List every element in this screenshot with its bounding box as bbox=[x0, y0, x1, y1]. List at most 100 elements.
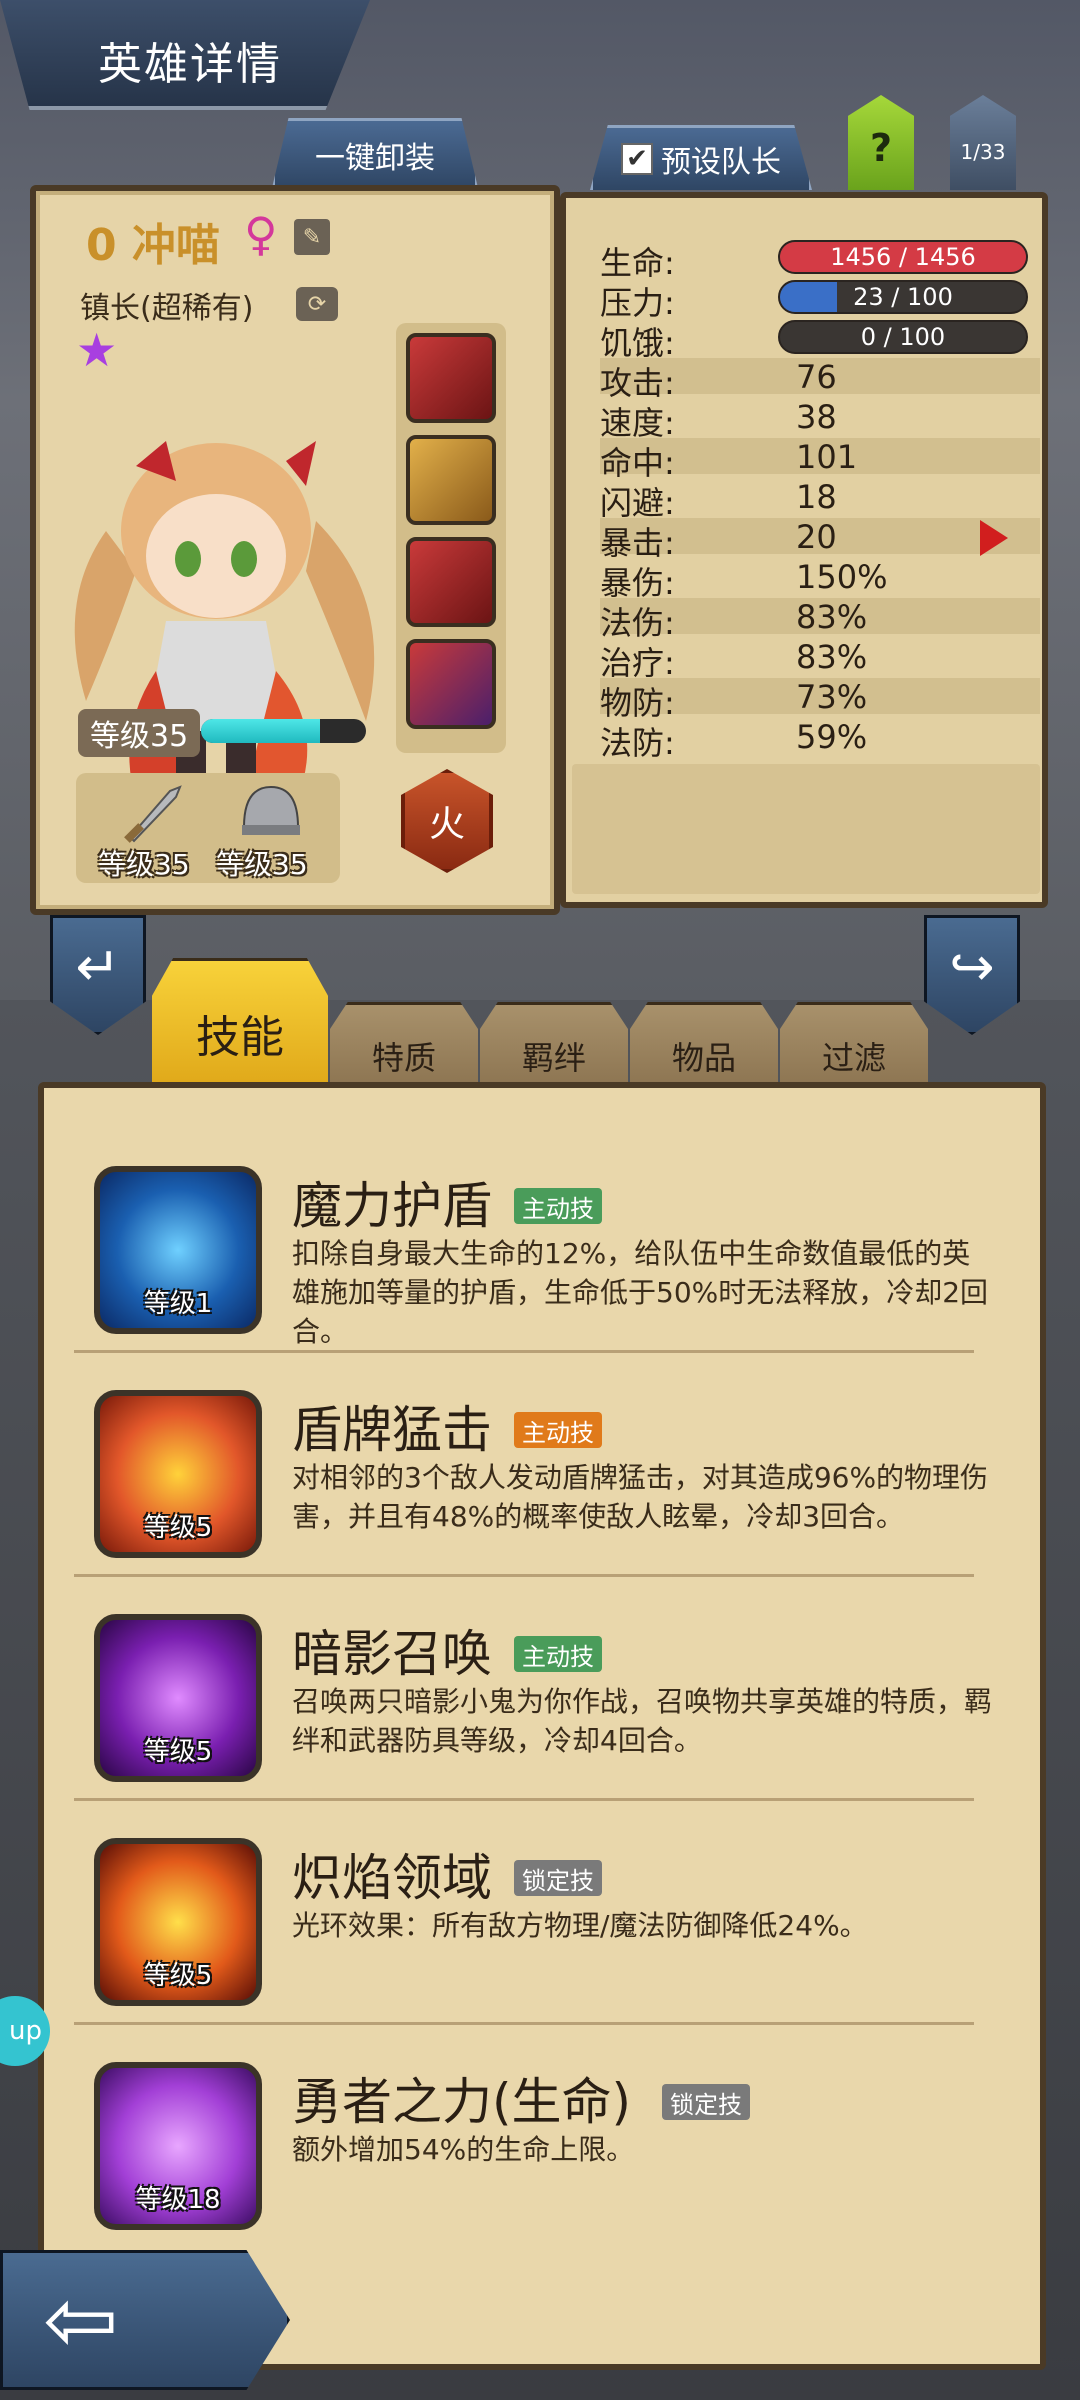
hero-power-skill-icon: 等级18 bbox=[94, 2062, 262, 2230]
stat-value: 38 bbox=[796, 398, 837, 436]
stat-value: 83% bbox=[796, 638, 868, 676]
skill-description: 对相邻的3个敌人发动盾牌猛击，对其造成96%的物理伤害，并且有48%的概率使敌人… bbox=[292, 1461, 989, 1533]
tab-label: 技能 bbox=[196, 1011, 284, 1063]
xp-bar bbox=[201, 719, 366, 743]
stat-value: 73% bbox=[796, 678, 868, 716]
page-indicator: 1/33 bbox=[960, 139, 1006, 164]
stat-row: 命中: 101 bbox=[600, 438, 1040, 482]
divider bbox=[74, 2022, 974, 2025]
skill-name: 盾牌猛击 bbox=[292, 1401, 492, 1459]
stat-value: 76 bbox=[796, 358, 837, 396]
side-bubble-label: up bbox=[9, 2016, 42, 2046]
preset-leader-toggle[interactable]: ✔ 预设队长 bbox=[590, 125, 812, 190]
stress-value: 23 / 100 bbox=[853, 283, 953, 311]
stat-value: 83% bbox=[796, 598, 868, 636]
stat-row: 闪避: 18 bbox=[600, 478, 1040, 522]
xp-bar-fill bbox=[201, 719, 320, 743]
hunger-bar: 0 / 100 bbox=[778, 320, 1028, 354]
stat-row-hunger: 饥饿: 0 / 100 bbox=[600, 318, 1040, 362]
hp-bar: 1456 / 1456 bbox=[778, 240, 1028, 274]
skill-description: 光环效果：所有敌方物理/魔法防御降低24%。 bbox=[292, 1909, 868, 1942]
blazing-field-skill-icon: 等级5 bbox=[94, 1838, 262, 2006]
stat-row: 法伤: 83% bbox=[600, 598, 1040, 642]
stat-row-hp: 生命: 1456 / 1456 bbox=[600, 238, 1040, 282]
orb-slot-icon[interactable] bbox=[406, 639, 496, 729]
skill-tag: 主动技 bbox=[514, 1412, 602, 1448]
element-label: 火 bbox=[428, 804, 465, 845]
skill-description: 召唤两只暗影小鬼为你作战，召唤物共享英雄的特质，羁绊和武器防具等级，冷却4回合。 bbox=[292, 1685, 993, 1757]
stats-panel: 生命: 1456 / 1456 压力: 23 / 100 饥饿: 0 / 100… bbox=[560, 192, 1048, 908]
skill-description: 扣除自身最大生命的12%，给队伍中生命数值最低的英雄施加等量的护盾，生命低于50… bbox=[292, 1237, 989, 1348]
shield-slot-icon[interactable] bbox=[406, 435, 496, 525]
stat-value: 18 bbox=[796, 478, 837, 516]
preset-leader-label: 预设队长 bbox=[661, 145, 781, 180]
skill-description: 额外增加54%的生命上限。 bbox=[292, 2133, 635, 2166]
ring-slot-icon[interactable] bbox=[406, 537, 496, 627]
expand-stats-arrow-icon[interactable] bbox=[980, 520, 1008, 556]
skill-name: 炽焰领域 bbox=[292, 1849, 492, 1907]
skill-name: 勇者之力(生命) bbox=[292, 2073, 632, 2131]
skill-level: 等级5 bbox=[143, 1961, 213, 1991]
stat-row-stress: 压力: 23 / 100 bbox=[600, 278, 1040, 322]
stat-row: 法防: 59% bbox=[600, 718, 1040, 762]
tab-bonds[interactable]: 羁绊 bbox=[480, 1002, 628, 1092]
skill-name: 暗影召唤 bbox=[292, 1625, 492, 1683]
armor-level-label: 等级35 bbox=[216, 848, 308, 881]
sword-icon[interactable] bbox=[120, 777, 190, 847]
skill-item[interactable]: 等级18 勇者之力(生命) 锁定技 额外增加54%的生命上限。 bbox=[72, 2062, 1012, 2272]
stat-row: 物防: 73% bbox=[600, 678, 1040, 722]
skill-item[interactable]: 等级5 炽焰领域 锁定技 光环效果：所有敌方物理/魔法防御降低24%。 bbox=[72, 1838, 1012, 2048]
mana-shield-skill-icon: 等级1 bbox=[94, 1166, 262, 1334]
skill-item[interactable]: 等级5 盾牌猛击 主动技 对相邻的3个敌人发动盾牌猛击，对其造成96%的物理伤害… bbox=[72, 1390, 1012, 1600]
arrow-right-icon: ↪ bbox=[949, 934, 995, 998]
skills-panel: 等级1 魔力护盾 主动技 扣除自身最大生命的12%，给队伍中生命数值最低的英雄施… bbox=[38, 1082, 1046, 2370]
back-arrow-icon: ⇦ bbox=[43, 2267, 119, 2373]
skill-level: 等级18 bbox=[135, 2185, 221, 2215]
tab-skills[interactable]: 技能 bbox=[152, 958, 328, 1084]
unequip-all-button[interactable]: 一键卸装 bbox=[272, 118, 478, 188]
skill-item[interactable]: 等级5 暗影召唤 主动技 召唤两只暗影小鬼为你作战，召唤物共享英雄的特质，羁绊和… bbox=[72, 1614, 1012, 1824]
stat-row: 速度: 38 bbox=[600, 398, 1040, 442]
stats-footer bbox=[572, 764, 1040, 894]
hp-value: 1456 / 1456 bbox=[830, 243, 976, 271]
skill-tag: 主动技 bbox=[514, 1188, 602, 1224]
shield-bash-skill-icon: 等级5 bbox=[94, 1390, 262, 1558]
skill-tag: 锁定技 bbox=[662, 2084, 750, 2120]
tab-items[interactable]: 物品 bbox=[630, 1002, 778, 1092]
tab-traits[interactable]: 特质 bbox=[330, 1002, 478, 1092]
divider bbox=[74, 1574, 974, 1577]
hero-card: 0 冲喵 ♀ ✎ 镇长(超稀有) ⟳ ★ 等级35 等级35 等级35 火 bbox=[30, 185, 560, 915]
stat-row: 攻击: 76 bbox=[600, 358, 1040, 402]
edit-name-icon[interactable]: ✎ bbox=[294, 219, 330, 255]
stat-row: 暴击: 20 bbox=[600, 518, 1040, 562]
skill-level: 等级1 bbox=[143, 1289, 213, 1319]
skill-tag: 锁定技 bbox=[514, 1860, 602, 1896]
tab-filter[interactable]: 过滤 bbox=[780, 1002, 928, 1092]
female-icon: ♀ bbox=[244, 207, 278, 261]
swap-class-icon[interactable]: ⟳ bbox=[296, 287, 338, 321]
back-button[interactable]: ⇦ bbox=[0, 2250, 290, 2390]
stat-label: 法防: bbox=[600, 724, 675, 762]
stat-value: 20 bbox=[796, 518, 837, 556]
stress-bar: 23 / 100 bbox=[778, 280, 1028, 314]
equipment-slots bbox=[396, 323, 506, 753]
helmet-slot-icon[interactable] bbox=[406, 333, 496, 423]
shadow-summon-skill-icon: 等级5 bbox=[94, 1614, 262, 1782]
skill-item[interactable]: 等级1 魔力护盾 主动技 扣除自身最大生命的12%，给队伍中生命数值最低的英雄施… bbox=[72, 1166, 1012, 1376]
helmet-icon[interactable] bbox=[236, 777, 306, 847]
stat-value: 59% bbox=[796, 718, 868, 756]
page-title: 英雄详情 bbox=[98, 39, 282, 90]
divider bbox=[74, 1798, 974, 1801]
help-label: ? bbox=[869, 125, 893, 170]
tab-label: 过滤 bbox=[821, 1038, 886, 1077]
skill-level: 等级5 bbox=[143, 1513, 213, 1543]
skill-name: 魔力护盾 bbox=[292, 1177, 492, 1235]
stat-row: 暴伤: 150% bbox=[600, 558, 1040, 602]
checkbox-icon[interactable]: ✔ bbox=[621, 143, 653, 175]
arrow-left-icon: ↵ bbox=[75, 934, 121, 998]
hero-level-badge: 等级35 bbox=[78, 709, 201, 757]
unequip-all-label: 一键卸装 bbox=[315, 140, 435, 176]
skill-tag: 主动技 bbox=[514, 1636, 602, 1672]
stat-value: 101 bbox=[796, 438, 858, 476]
weapon-level-label: 等级35 bbox=[98, 848, 190, 881]
